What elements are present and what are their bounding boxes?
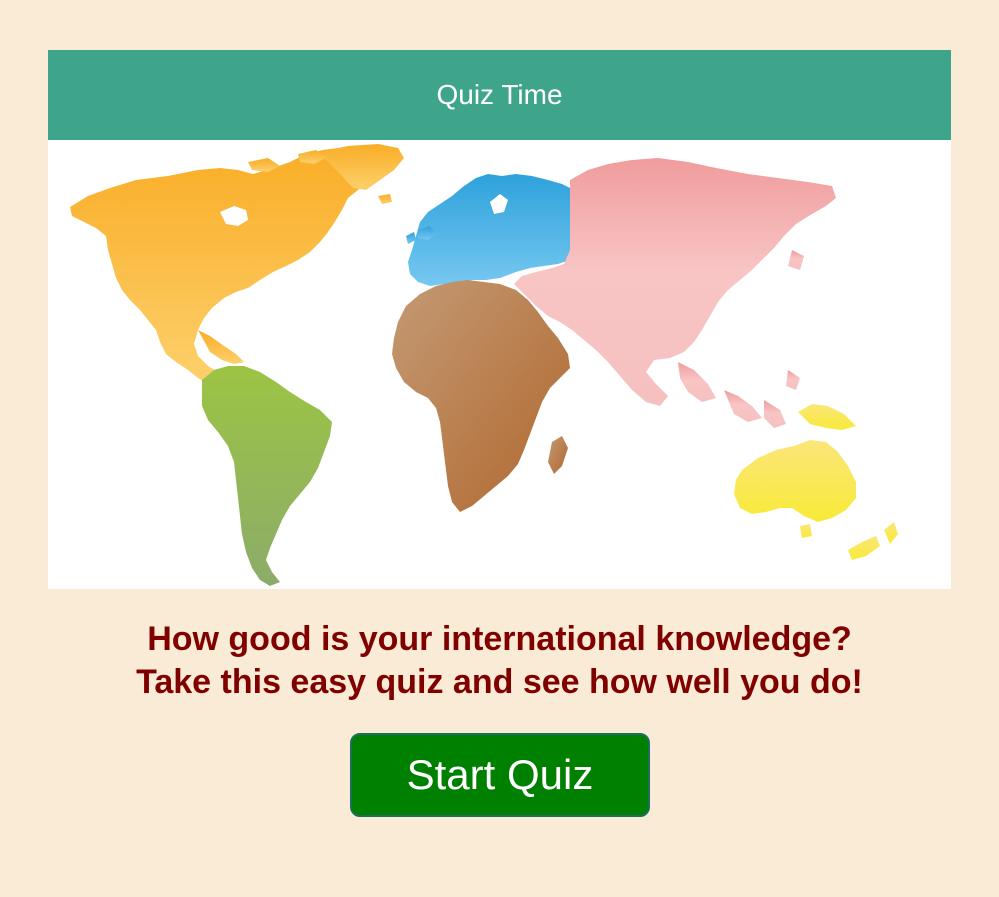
intro-line-1: How good is your international knowledge…	[147, 620, 852, 658]
north-america-region	[70, 144, 404, 384]
quiz-title: Quiz Time	[436, 79, 563, 110]
europe-region	[406, 174, 570, 286]
quiz-card: Quiz Time	[48, 50, 951, 589]
oceania-region	[734, 404, 898, 560]
world-map	[48, 140, 951, 589]
intro-line-2: Take this easy quiz and see how well you…	[136, 663, 863, 701]
south-america-region	[202, 366, 332, 586]
quiz-header: Quiz Time	[48, 50, 951, 140]
intro-text: How good is your international knowledge…	[0, 618, 999, 704]
africa-region	[392, 280, 570, 512]
start-quiz-button[interactable]: Start Quiz	[350, 733, 650, 817]
world-map-illustration	[70, 144, 898, 586]
